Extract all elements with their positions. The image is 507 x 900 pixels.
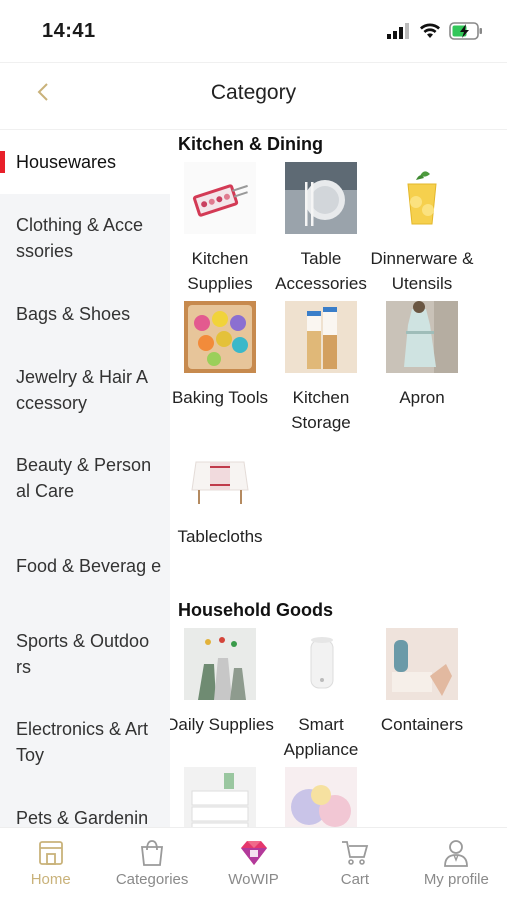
tab-my-profile[interactable]: My profile [406,828,507,900]
header: Category [0,62,507,130]
tab-label: My profile [423,871,489,888]
sidebar-item-label: Bags & Shoes [16,304,131,324]
tile-daily-supplies[interactable]: Daily Supplies [170,628,274,758]
table-accessories-image [285,162,357,234]
tile-label: Apron [399,388,445,407]
tile-apron[interactable]: Apron [372,301,472,411]
tab-categories[interactable]: Categories [101,828,202,900]
status-bar: 14:41 [0,0,507,62]
bottom-tab-bar: Home Categories WoWIP Cart My profile [0,827,507,900]
tab-label: Cart [340,871,370,888]
cellular-signal-icon [387,23,409,39]
categories-bag-icon [141,840,164,866]
sidebar-item-sports[interactable]: Sports & Outdoo rs [0,610,170,698]
category-sidebar: Housewares Clothing & Acce ssories Bags … [0,130,170,827]
kitchen-supplies-image [184,162,256,234]
dinnerware-image [386,162,458,234]
tile-kitchen-supplies[interactable]: Kitchen Supplies [170,162,270,293]
section-title-kitchen-dining: Kitchen & Dining [178,134,323,154]
sidebar-item-label: Sports & Outdoo rs [16,631,150,677]
tab-label: WoWIP [228,871,279,888]
kitchen-storage-image [285,301,357,373]
tab-wowip[interactable]: WoWIP [203,828,304,900]
section-title-household-goods: Household Goods [178,600,333,620]
sidebar-item-label: Electronics & Art Toy [16,719,149,765]
battery-charging-icon [449,22,482,40]
containers-image [386,628,458,700]
sidebar-item-label: Clothing & Acce ssories [16,215,144,261]
tile-table-accessories[interactable]: Table Accessories [271,162,371,293]
sidebar-item-electronics[interactable]: Electronics & Art Toy [0,698,170,786]
status-icons [387,22,483,40]
sidebar-item-housewares[interactable]: Housewares [0,130,170,194]
tile-tablecloths[interactable]: Tablecloths [170,440,270,550]
smart-appliance-image [285,628,357,700]
tab-label: Home [30,871,71,888]
pillows-image [285,767,357,827]
daily-supplies-image [184,628,256,700]
profile-icon [444,840,469,867]
home-icon [38,841,63,865]
tile-label: Containers [380,715,464,734]
page-title: Category [210,81,297,104]
stacked-boxes-image [184,767,256,827]
tablecloths-image [184,440,256,512]
tile-stacked-boxes[interactable] [170,767,270,827]
baking-tools-image [184,301,256,373]
sidebar-item-food[interactable]: Food & Beverag e [0,522,170,610]
wowip-diamond-icon [240,841,267,865]
cart-icon [341,841,369,865]
sidebar-item-beauty[interactable]: Beauty & Person al Care [0,434,170,522]
tile-label: Tablecloths [177,527,263,546]
tile-kitchen-storage[interactable]: Kitchen Storage [271,301,371,432]
sidebar-item-label: Beauty & Person al Care [16,455,152,501]
sidebar-item-clothing[interactable]: Clothing & Acce ssories [0,194,170,282]
apron-image [386,301,458,373]
sidebar-item-jewelry[interactable]: Jewelry & Hair A ccessory [0,346,170,434]
sidebar-item-label: Pets & Gardenin [16,808,149,827]
wifi-icon [420,23,440,38]
sidebar-item-label: Housewares [16,152,117,172]
tile-label: Dinnerware & Utensils [370,249,474,293]
tab-label: Categories [115,871,189,888]
category-content: Kitchen & Dining Kitchen Supplies Table … [170,130,507,827]
tile-smart-appliance[interactable]: Smart Appliance [271,628,371,759]
sidebar-item-pets[interactable]: Pets & Gardenin [0,786,170,827]
tab-home[interactable]: Home [0,828,101,900]
status-time: 14:41 [42,20,96,42]
sidebar-item-label: Jewelry & Hair A ccessory [16,367,148,413]
tile-containers[interactable]: Containers [372,628,472,738]
sidebar-item-bags-shoes[interactable]: Bags & Shoes [0,282,170,346]
tab-cart[interactable]: Cart [304,828,405,900]
tile-pillows[interactable] [271,767,371,827]
sidebar-item-label: Food & Beverag e [16,556,162,576]
tile-baking-tools[interactable]: Baking Tools [170,301,270,411]
tile-dinnerware[interactable]: Dinnerware & Utensils [371,162,474,293]
